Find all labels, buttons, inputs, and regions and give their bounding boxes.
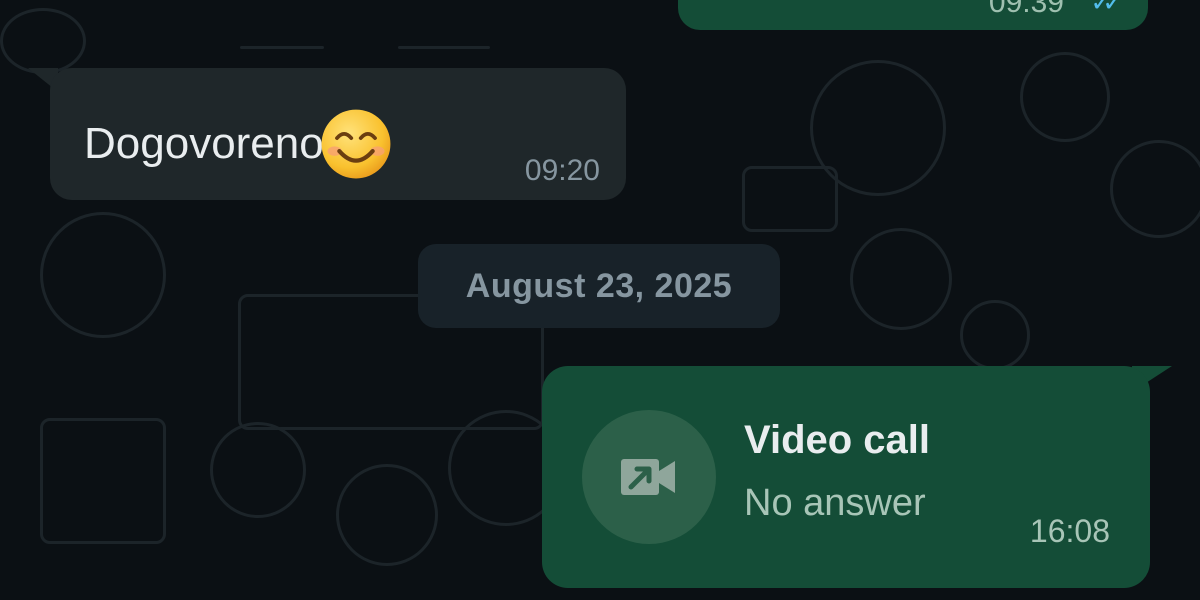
call-title: Video call	[744, 418, 931, 462]
incoming-message[interactable]: Dogovoreno 09:20	[50, 68, 626, 200]
message-time: 09:20	[524, 154, 600, 187]
double-check-icon: ✓✓	[1090, 0, 1123, 17]
message-text-row: Dogovoreno	[84, 106, 394, 182]
date-separator: August 23, 2025	[418, 244, 780, 328]
message-text: Dogovoreno	[84, 119, 324, 168]
smiling-face-emoji	[321, 109, 391, 179]
video-call-message[interactable]: Video call No answer 16:08	[542, 366, 1150, 588]
message-time: 09:39	[988, 0, 1064, 19]
message-time: 16:08	[1029, 513, 1110, 549]
call-status: No answer	[744, 482, 926, 524]
missed-video-call-icon	[621, 459, 675, 495]
date-label: August 23, 2025	[465, 266, 733, 305]
previous-outgoing-message[interactable]: 09:39 ✓✓	[678, 0, 1148, 30]
call-icon-badge	[582, 410, 716, 544]
